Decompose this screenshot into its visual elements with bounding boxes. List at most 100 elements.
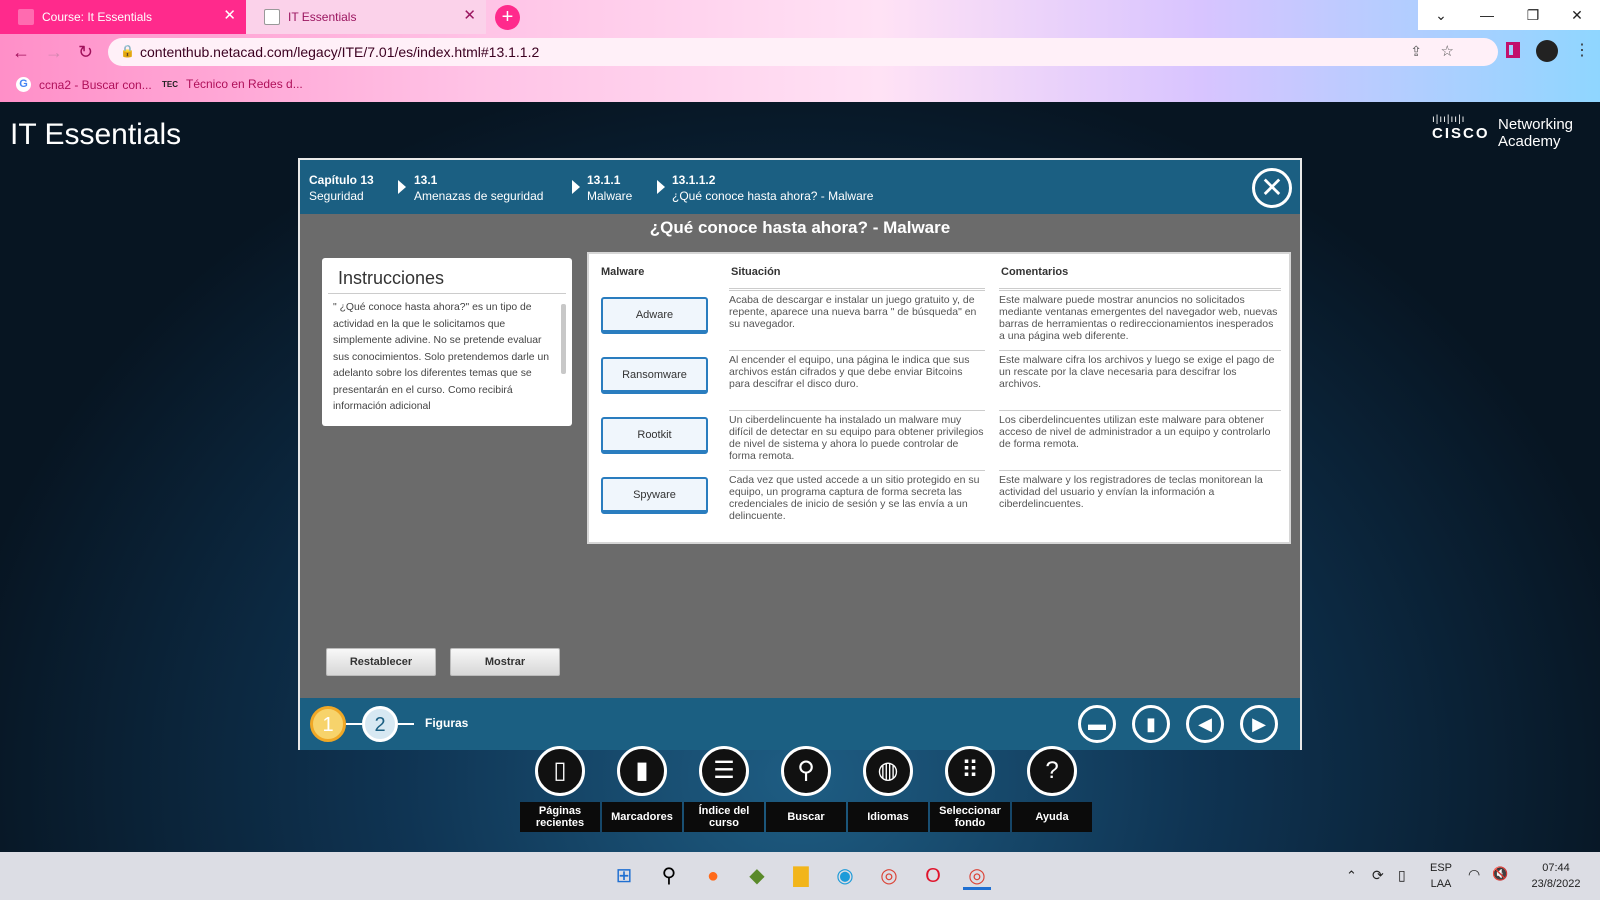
pages-icon: ▯ (535, 746, 585, 796)
tool-label: Ayuda (1012, 802, 1092, 832)
google-icon: G (16, 77, 31, 92)
ransomware-button[interactable]: Ransomware (601, 357, 708, 394)
chrome-active-icon[interactable]: ◎ (963, 862, 991, 890)
new-tab-button[interactable]: + (495, 5, 520, 30)
file-explorer-icon[interactable]: ▇ (787, 862, 815, 890)
header-comentarios: Comentarios (1001, 266, 1069, 278)
close-tab-icon[interactable]: ✕ (223, 8, 236, 24)
tab-label: IT Essentials (288, 10, 357, 24)
bookmark-icon[interactable]: ▮ (1132, 705, 1170, 743)
comment-icon[interactable]: ▬ (1078, 705, 1116, 743)
tool-label: Idiomas (848, 802, 928, 832)
taskbar: ⊞ ⚲ ● ◆ ▇ ◉ ◎ O ◎ ⌃ ⟳ ▯ ESP LAA ◠ 🔇 07:4… (0, 852, 1600, 900)
breadcrumb-arrow-icon (572, 180, 580, 194)
tool-label: Buscar (766, 802, 846, 832)
chrome-icon[interactable]: ◎ (875, 862, 903, 890)
help-button[interactable]: ? Ayuda (1012, 746, 1092, 834)
adware-button[interactable]: Adware (601, 297, 708, 334)
lock-icon[interactable]: 🔒 (120, 44, 135, 58)
firefox-icon[interactable]: ● (699, 862, 727, 890)
malware-table: Malware Situación Comentarios Adware Aca… (587, 252, 1291, 544)
close-modal-button[interactable]: ✕ (1252, 168, 1292, 208)
header-divider (999, 288, 1281, 289)
breadcrumb-topic[interactable]: 13.1.1 Malware (587, 172, 632, 204)
opera-icon[interactable]: O (919, 862, 947, 890)
edge-icon[interactable]: ◉ (831, 862, 859, 890)
star-icon[interactable]: ☆ (1441, 42, 1454, 60)
app-title: IT Essentials (10, 118, 182, 151)
start-icon[interactable]: ⊞ (610, 862, 638, 890)
sidebar-icon[interactable] (1506, 42, 1520, 58)
clock[interactable]: 07:44 23/8/2022 (1520, 862, 1592, 890)
previous-icon[interactable]: ◀ (1186, 705, 1224, 743)
breadcrumb-page[interactable]: 13.1.1.2 ¿Qué conoce hasta ahora? - Malw… (672, 172, 873, 204)
page-content: IT Essentials ı|ıı|ıı|ı CISCO Networking… (0, 102, 1600, 852)
sync-icon[interactable]: ⟳ (1372, 867, 1384, 884)
next-icon[interactable]: ▶ (1240, 705, 1278, 743)
crumb-code: 13.1 (414, 173, 438, 187)
bookmarks-button[interactable]: ▮ Marcadores (602, 746, 682, 834)
bookmark-icon: ▮ (617, 746, 667, 796)
tool-label: Seleccionar fondo (930, 802, 1010, 832)
breadcrumb-arrow-icon (398, 180, 406, 194)
forward-icon[interactable]: → (45, 42, 63, 63)
rootkit-button[interactable]: Rootkit (601, 417, 708, 454)
tab-course[interactable]: Course: It Essentials ✕ (0, 0, 246, 34)
languages-button[interactable]: ◍ Idiomas (848, 746, 928, 834)
situation-cell: Al encender el equipo, una página le ind… (729, 350, 985, 390)
show-button[interactable]: Mostrar (450, 648, 560, 676)
address-bar[interactable]: 🔒 contenthub.netacad.com/legacy/ITE/7.01… (108, 38, 1498, 66)
breadcrumb-section[interactable]: 13.1 Amenazas de seguridad (414, 172, 543, 204)
comment-cell: Este malware cifra los archivos y luego … (999, 350, 1281, 390)
instructions-scrollbar[interactable] (561, 304, 566, 374)
tab-label: Course: It Essentials (42, 10, 153, 24)
url-text: contenthub.netacad.com/legacy/ITE/7.01/e… (140, 44, 540, 60)
breadcrumb-chapter[interactable]: Capítulo 13 Seguridad (309, 172, 374, 204)
language-indicator[interactable]: ESP LAA (1426, 862, 1456, 890)
bookmark-label: Técnico en Redes d... (186, 77, 303, 91)
mute-icon[interactable]: 🔇 (1492, 866, 1508, 882)
bookmark-ccna2[interactable]: G ccna2 - Buscar con... (16, 77, 152, 92)
app-icon[interactable]: ◆ (743, 862, 771, 890)
tab-search-icon[interactable]: ⌄ (1418, 0, 1464, 30)
close-tab-icon[interactable]: ✕ (463, 8, 476, 24)
select-background-button[interactable]: ⠿ Seleccionar fondo (930, 746, 1010, 834)
search-button[interactable]: ⚲ Buscar (766, 746, 846, 834)
search-icon[interactable]: ⚲ (655, 862, 683, 890)
reset-button[interactable]: Restablecer (326, 648, 436, 676)
spyware-button[interactable]: Spyware (601, 477, 708, 514)
chevron-up-icon[interactable]: ⌃ (1346, 868, 1357, 884)
battery-icon[interactable]: ▯ (1398, 867, 1406, 884)
menu-icon[interactable]: ⋮ (1574, 40, 1590, 60)
crumb-name: Malware (587, 189, 633, 203)
address-bar-row: ← → ↻ 🔒 contenthub.netacad.com/legacy/IT… (0, 34, 1600, 70)
logo-line1: Networking (1498, 116, 1574, 133)
minimize-icon[interactable]: — (1464, 0, 1510, 30)
page-1-button[interactable]: 1 (310, 706, 346, 742)
course-toolbar: ▯ Páginas recientes ▮ Marcadores ☰ Índic… (520, 746, 1092, 834)
wifi-icon[interactable]: ◠ (1468, 866, 1480, 883)
modal-footer: 1 2 Figuras ▬ ▮ ◀ ▶ (300, 698, 1300, 750)
logo-line2: Academy (1498, 133, 1561, 150)
tec-icon: TEC (162, 79, 178, 89)
close-window-icon[interactable]: ✕ (1554, 0, 1600, 30)
tab-it-essentials[interactable]: IT Essentials ✕ (246, 0, 486, 34)
page-2-button[interactable]: 2 (362, 706, 398, 742)
bookmark-tecnico[interactable]: TEC Técnico en Redes d... (162, 77, 303, 91)
tool-label: Índice del curso (684, 802, 764, 832)
restore-icon[interactable]: ❐ (1510, 0, 1556, 30)
profile-avatar[interactable] (1536, 40, 1558, 62)
clock-time: 07:44 (1542, 862, 1570, 874)
share-icon[interactable]: ⇪ (1410, 43, 1422, 60)
cisco-bars-icon: ı|ıı|ıı|ı (1432, 114, 1466, 125)
list-icon: ☰ (699, 746, 749, 796)
lang-bottom: LAA (1430, 878, 1452, 890)
reload-icon[interactable]: ↻ (78, 42, 93, 63)
crumb-name: Amenazas de seguridad (414, 189, 544, 203)
recent-pages-button[interactable]: ▯ Páginas recientes (520, 746, 600, 834)
back-icon[interactable]: ← (12, 42, 30, 63)
tool-label: Marcadores (602, 802, 682, 832)
clock-date: 23/8/2022 (1531, 878, 1581, 890)
course-index-button[interactable]: ☰ Índice del curso (684, 746, 764, 834)
instructions-heading: Instrucciones (328, 258, 566, 294)
